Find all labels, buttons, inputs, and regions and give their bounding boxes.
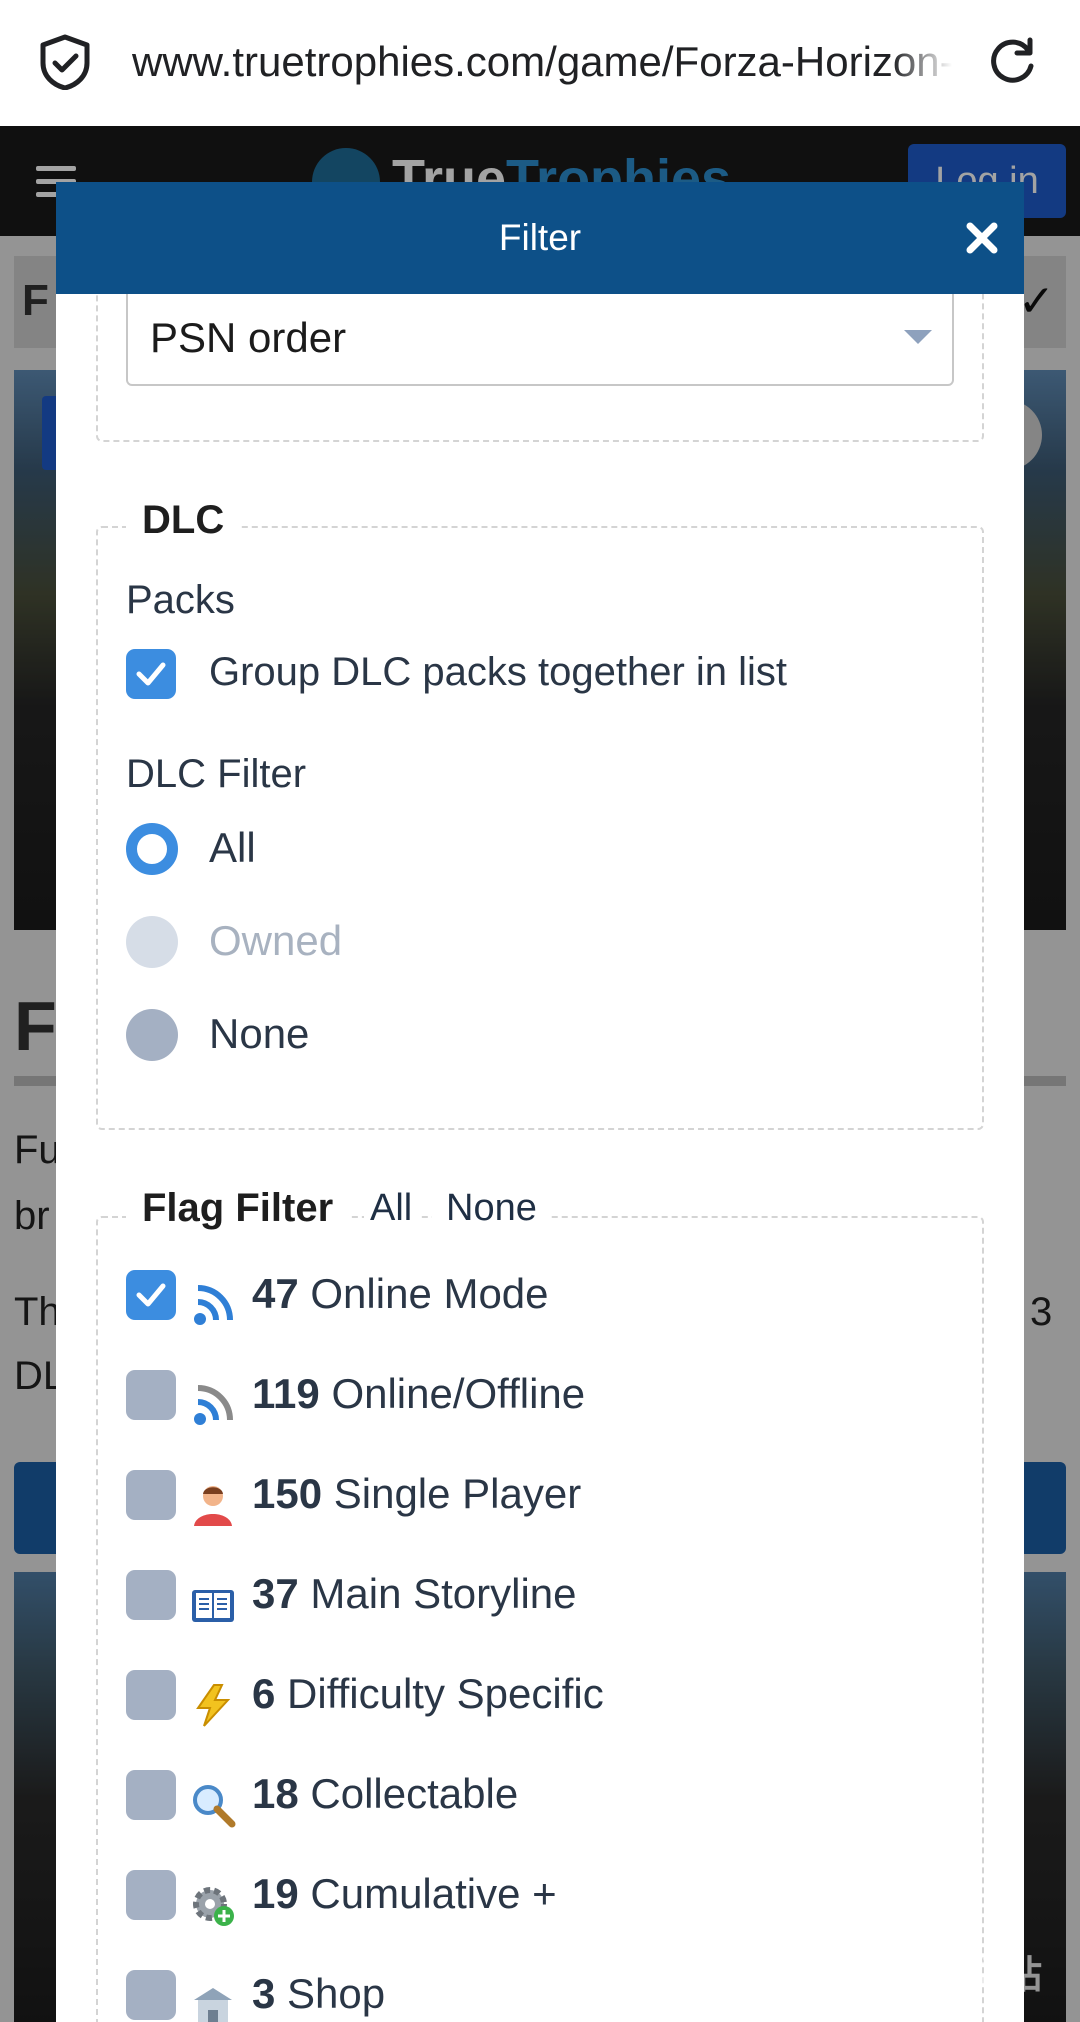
site-security-icon[interactable] xyxy=(38,34,92,90)
dlc-radio-none-label[interactable]: None xyxy=(209,1010,309,1058)
flag-label-collectable[interactable]: 18 Collectable xyxy=(252,1770,518,1818)
url-text: www.truetrophies.com/game/Forza-Horizon-… xyxy=(132,38,952,85)
filter-modal: Filter PSN order DLC Packs Group DLC pac… xyxy=(56,182,1024,2022)
flag-checkbox-single-player[interactable] xyxy=(126,1470,176,1520)
close-icon[interactable] xyxy=(964,220,1000,256)
sort-order-value: PSN order xyxy=(150,314,347,361)
dropdown-caret-icon xyxy=(904,330,932,344)
online-mode-icon xyxy=(194,1285,233,1325)
flag-filter-none-link[interactable]: None xyxy=(432,1182,551,1234)
sort-order-select[interactable]: PSN order xyxy=(126,282,954,386)
main-storyline-icon xyxy=(192,1590,234,1622)
flag-label-difficulty-specific[interactable]: 6 Difficulty Specific xyxy=(252,1670,604,1718)
flag-filter-all-link[interactable]: All xyxy=(364,1182,419,1234)
flag-checkbox-shop[interactable] xyxy=(126,1970,176,2020)
modal-header: Filter xyxy=(56,182,1024,294)
flag-label-cumulative[interactable]: 19 Cumulative + xyxy=(252,1870,557,1918)
dlc-radio-all-label[interactable]: All xyxy=(209,824,256,872)
url-field[interactable]: www.truetrophies.com/game/Forza-Horizon-… xyxy=(132,30,952,94)
dlc-radio-none[interactable] xyxy=(126,1009,178,1061)
dlc-legend: DLC xyxy=(126,494,241,546)
modal-title: Filter xyxy=(498,217,582,258)
single-player-icon xyxy=(194,1486,232,1526)
flag-label-online-mode[interactable]: 47 Online Mode xyxy=(252,1270,549,1318)
flag-checkbox-online-offline[interactable] xyxy=(126,1370,176,1420)
watermark-logo: PSN中文站 xyxy=(850,1955,1043,1997)
packs-label: Packs xyxy=(126,578,235,622)
flag-checkbox-collectable[interactable] xyxy=(126,1770,176,1820)
group-dlc-checkbox[interactable] xyxy=(126,649,176,699)
flag-checkbox-difficulty-specific[interactable] xyxy=(126,1670,176,1720)
flag-checkbox-cumulative[interactable] xyxy=(126,1870,176,1920)
flag-label-online-offline[interactable]: 119 Online/Offline xyxy=(252,1370,585,1418)
dlc-radio-owned-label: Owned xyxy=(209,917,343,964)
group-dlc-label[interactable]: Group DLC packs together in list xyxy=(209,650,787,695)
flag-filter-legend: Flag Filter xyxy=(126,1182,350,1234)
dlc-radio-all[interactable] xyxy=(126,823,178,875)
collectable-icon xyxy=(193,1785,236,1828)
flag-label-single-player[interactable]: 150 Single Player xyxy=(252,1470,581,1518)
browser-url-bar: www.truetrophies.com/game/Forza-Horizon-… xyxy=(0,0,1080,126)
flag-label-shop[interactable]: 3 Shop xyxy=(252,1970,385,2018)
difficulty-icon xyxy=(196,1684,231,1727)
flag-label-main-storyline[interactable]: 37 Main Storyline xyxy=(252,1570,577,1618)
flag-checkbox-online-mode[interactable] xyxy=(126,1270,176,1320)
reload-icon[interactable] xyxy=(986,36,1038,88)
cumulative-icon xyxy=(193,1887,234,1926)
dlc-radio-owned xyxy=(126,916,178,968)
online-offline-icon xyxy=(194,1385,233,1425)
shop-icon xyxy=(194,1988,232,2022)
dlc-filter-label: DLC Filter xyxy=(126,752,307,796)
flag-checkbox-main-storyline[interactable] xyxy=(126,1570,176,1620)
